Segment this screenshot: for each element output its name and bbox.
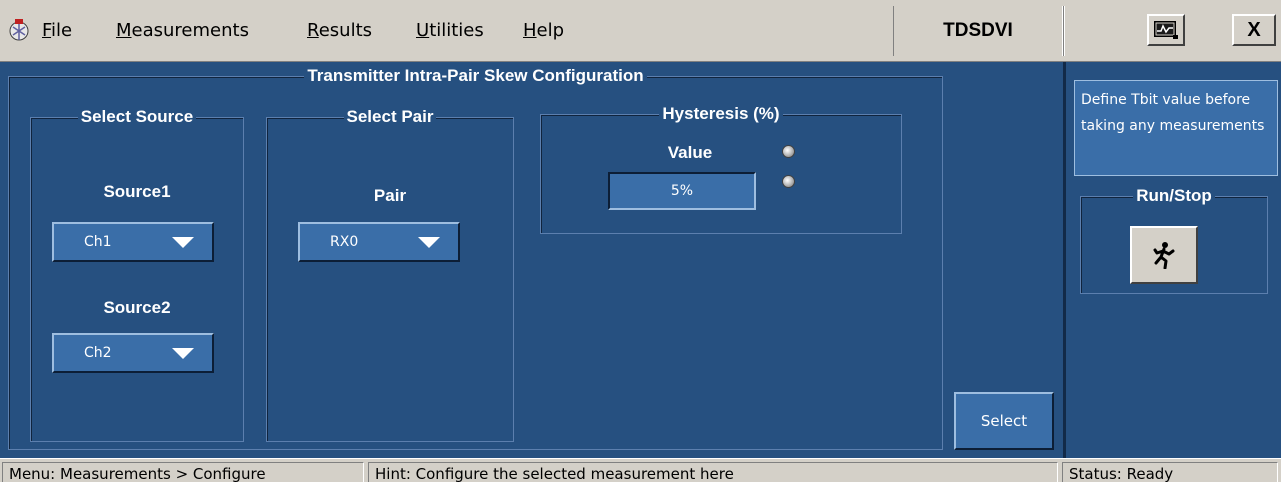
- status-bar: Menu: Measurements > Configure Hint: Con…: [0, 458, 1281, 482]
- select-source-group: Select Source: [30, 107, 244, 442]
- pair-label: Pair: [373, 186, 407, 205]
- close-button[interactable]: X: [1232, 14, 1276, 46]
- menu-utilities[interactable]: Utilities: [416, 20, 484, 42]
- menu-file[interactable]: File: [42, 20, 72, 42]
- select-pair-group: Select Pair: [266, 107, 514, 442]
- status-state: Status: Ready: [1062, 462, 1278, 482]
- source2-dropdown[interactable]: Ch2: [52, 333, 214, 373]
- chevron-down-icon: [172, 237, 194, 248]
- app-logo-icon[interactable]: [8, 18, 30, 42]
- config-title: Transmitter Intra-Pair Skew Configuratio…: [9, 66, 942, 86]
- minimize-scope-button[interactable]: [1147, 14, 1185, 46]
- source2-label: Source2: [103, 298, 171, 317]
- status-menu-path: Menu: Measurements > Configure: [2, 462, 364, 482]
- value-label: Value: [667, 143, 713, 162]
- source2-value: Ch2: [84, 345, 112, 361]
- title-separator: [1063, 6, 1065, 56]
- menu-bar: File Measurements Results Utilities Help…: [0, 0, 1281, 62]
- source1-dropdown[interactable]: Ch1: [52, 222, 214, 262]
- app-title-box: TDSDVI: [893, 6, 1063, 56]
- menu-help[interactable]: Help: [523, 20, 564, 42]
- select-button[interactable]: Select: [954, 392, 1054, 450]
- select-pair-title: Select Pair: [267, 107, 513, 127]
- chevron-down-icon: [172, 348, 194, 359]
- hysteresis-title: Hysteresis (%): [541, 104, 901, 124]
- hysteresis-value-field[interactable]: 5%: [608, 172, 756, 210]
- minimize-scope-icon: [1154, 21, 1178, 39]
- source1-value: Ch1: [84, 234, 112, 250]
- decrement-knob-icon[interactable]: [782, 175, 795, 188]
- pair-value: RX0: [330, 234, 359, 250]
- select-source-title: Select Source: [31, 107, 243, 127]
- run-stop-button[interactable]: [1130, 226, 1198, 284]
- menu-measurements[interactable]: Measurements: [116, 20, 249, 42]
- run-stop-title: Run/Stop: [1081, 186, 1267, 206]
- close-icon: X: [1247, 18, 1261, 41]
- source1-label: Source1: [103, 182, 171, 201]
- menu-results[interactable]: Results: [307, 20, 372, 42]
- chevron-down-icon: [418, 237, 440, 248]
- pair-dropdown[interactable]: RX0: [298, 222, 460, 262]
- app-title: TDSDVI: [943, 20, 1013, 41]
- status-hint: Hint: Configure the selected measurement…: [368, 462, 1058, 482]
- running-man-icon: [1153, 242, 1175, 269]
- tbit-hint-box: Define Tbit value before taking any meas…: [1074, 80, 1278, 176]
- increment-knob-icon[interactable]: [782, 145, 795, 158]
